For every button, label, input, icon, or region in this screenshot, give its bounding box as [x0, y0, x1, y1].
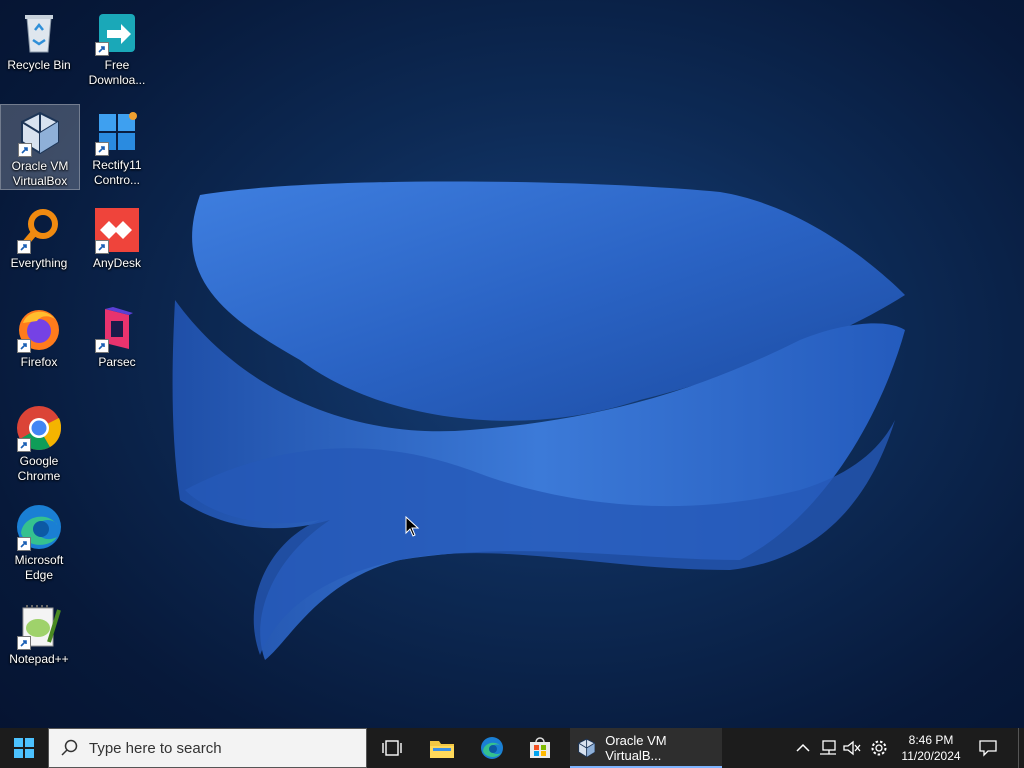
free-download-manager-icon [93, 8, 141, 56]
firefox-icon [15, 305, 63, 353]
gear-icon [871, 740, 887, 756]
taskbar-app-label: Oracle VM VirtualB... [605, 733, 667, 763]
virtualbox-icon [578, 738, 595, 758]
virtualbox-icon [16, 109, 64, 157]
desktop-icon-label: Google Chrome [17, 454, 61, 483]
desktop-icon-label: Parsec [98, 355, 136, 369]
desktop-icon-label: Firefox [20, 355, 58, 369]
shortcut-arrow-icon [17, 537, 31, 551]
desktop-icon-label: Free Downloa... [88, 58, 146, 87]
desktop-icon-firefox[interactable]: Firefox [0, 301, 78, 370]
taskbar-edge[interactable] [468, 728, 516, 768]
shortcut-arrow-icon [18, 143, 32, 157]
taskbar-virtualbox-window[interactable]: Oracle VM VirtualB... [570, 728, 722, 768]
desktop-icon-label: Recycle Bin [7, 58, 71, 72]
show-hidden-icons-button[interactable] [792, 728, 814, 768]
desktop-icon-label: Oracle VM VirtualBox [11, 159, 69, 188]
network-icon [820, 740, 836, 755]
desktop-icon-microsoft-edge[interactable]: Microsoft Edge [0, 499, 78, 583]
taskbar-search-box[interactable]: Type here to search [48, 728, 367, 768]
edge-icon [481, 737, 503, 759]
shortcut-arrow-icon [95, 339, 109, 353]
clock-time: 8:46 PM [908, 733, 954, 747]
taskbar-microsoft-store[interactable] [516, 728, 564, 768]
shortcut-arrow-icon [95, 240, 109, 254]
network-tray-button[interactable] [816, 728, 840, 768]
start-button[interactable] [0, 728, 48, 768]
shortcut-arrow-icon [17, 339, 31, 353]
desktop-icon-everything[interactable]: Everything [0, 202, 78, 271]
shortcut-arrow-icon [17, 438, 31, 452]
taskbar: Type here to search Oracle VM VirtualB..… [0, 728, 1024, 768]
search-placeholder: Type here to search [89, 739, 222, 757]
desktop-icon-notepad-plus-plus[interactable]: Notepad++ [0, 598, 78, 667]
chrome-icon [15, 404, 63, 452]
desktop-icon-label: Rectify11 Contro... [92, 158, 142, 187]
mouse-cursor-icon [405, 516, 420, 537]
everything-search-icon [15, 206, 63, 254]
volume-tray-button[interactable] [840, 728, 864, 768]
desktop-icon-recycle-bin[interactable]: Recycle Bin [0, 4, 78, 73]
rectify11-icon [93, 108, 141, 156]
desktop-icon-label: Everything [10, 256, 68, 270]
volume-muted-icon [843, 740, 861, 756]
notification-icon [979, 740, 997, 757]
desktop-icon-anydesk[interactable]: AnyDesk [78, 202, 156, 271]
desktop-icon-google-chrome[interactable]: Google Chrome [0, 400, 78, 484]
desktop-icon-parsec[interactable]: Parsec [78, 301, 156, 370]
shortcut-arrow-icon [95, 142, 109, 156]
chevron-up-icon [796, 743, 810, 752]
windows-logo-icon [14, 738, 34, 758]
desktop-icon-label: AnyDesk [92, 256, 142, 270]
notification-center-button[interactable] [972, 728, 1004, 768]
shortcut-arrow-icon [17, 636, 31, 650]
desktop-icon-label: Microsoft Edge [14, 553, 64, 582]
shortcut-arrow-icon [95, 42, 109, 56]
store-icon [530, 737, 550, 758]
settings-tray-button[interactable] [866, 728, 892, 768]
task-view-button[interactable] [368, 728, 416, 768]
notepad-plus-plus-icon [15, 602, 63, 650]
recycle-bin-icon [15, 8, 63, 56]
parsec-icon [93, 305, 141, 353]
search-icon [61, 739, 78, 756]
anydesk-icon [93, 206, 141, 254]
folder-icon [430, 741, 454, 758]
shortcut-arrow-icon [17, 240, 31, 254]
desktop-icon-virtualbox[interactable]: Oracle VM VirtualBox [0, 104, 80, 190]
desktop-icon-free-download-manager[interactable]: Free Downloa... [78, 4, 156, 88]
desktop-icon-rectify11[interactable]: Rectify11 Contro... [78, 104, 156, 188]
show-desktop-button[interactable] [1018, 728, 1024, 768]
task-view-icon [382, 740, 402, 756]
clock-date: 11/20/2024 [901, 749, 961, 763]
taskbar-file-explorer[interactable] [418, 728, 466, 768]
taskbar-clock[interactable]: 8:46 PM 11/20/2024 [893, 728, 969, 768]
edge-icon [15, 503, 63, 551]
desktop-icon-label: Notepad++ [9, 652, 69, 666]
